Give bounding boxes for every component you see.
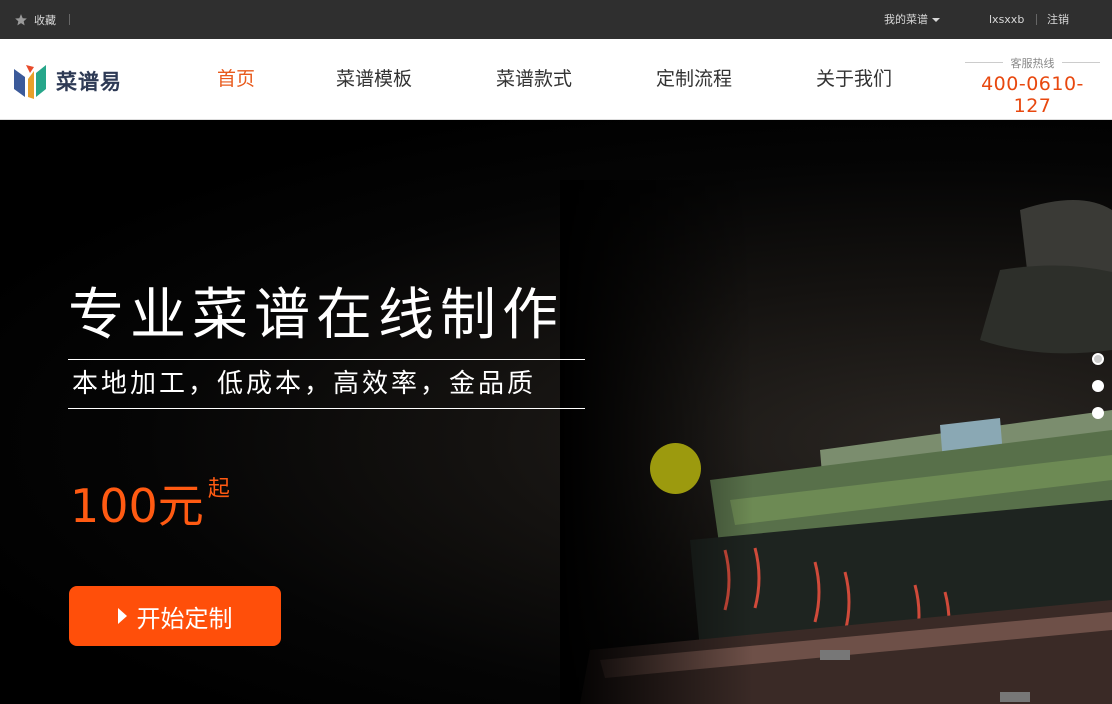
hotline: 客服热线 400-0610-127 — [965, 55, 1100, 117]
slider-dot-2[interactable] — [1092, 380, 1104, 392]
menu-books-photo — [560, 180, 1112, 704]
hero-price: 100元起 — [70, 470, 230, 536]
favorite-label: 收藏 — [34, 13, 56, 27]
slider-dot-3[interactable] — [1092, 407, 1104, 419]
play-triangle-icon — [117, 608, 127, 624]
nav-item-home[interactable]: 首页 — [217, 39, 255, 120]
site-header: 菜谱易 首页 菜谱模板 菜谱款式 定制流程 关于我们 客服热线 400-0610… — [0, 39, 1112, 120]
top-utility-bar: 收藏 我的菜谱 lxsxxb 注销 — [0, 0, 1112, 39]
nav-item-menu-templates[interactable]: 菜谱模板 — [336, 39, 412, 120]
caret-down-icon — [932, 18, 940, 22]
my-menu-dropdown[interactable]: 我的菜谱 — [884, 0, 940, 39]
hotline-number[interactable]: 400-0610-127 — [965, 73, 1100, 117]
username-link[interactable]: lxsxxb — [989, 0, 1024, 39]
price-suffix: 起 — [207, 477, 230, 502]
price-value: 100元 — [70, 479, 204, 533]
start-custom-button[interactable]: 开始定制 — [69, 586, 281, 646]
favorite-link[interactable]: 收藏 — [14, 0, 56, 39]
hero-banner: 专业菜谱在线制作 本地加工，低成本，高效率，金品质 100元起 开始定制 — [0, 120, 1112, 704]
nav-item-about[interactable]: 关于我们 — [816, 39, 892, 120]
nav-item-process[interactable]: 定制流程 — [656, 39, 732, 120]
divider — [1036, 14, 1037, 25]
logo-text: 菜谱易 — [56, 70, 122, 94]
hero-subtitle: 本地加工，低成本，高效率，金品质 — [68, 359, 585, 409]
hotline-label: 客服热线 — [965, 55, 1100, 71]
slider-dots — [1092, 353, 1104, 434]
star-icon — [15, 13, 27, 25]
logo-mark-icon — [14, 65, 46, 99]
my-menu-label: 我的菜谱 — [884, 13, 928, 26]
slider-dot-1[interactable] — [1092, 353, 1104, 365]
logo[interactable]: 菜谱易 — [12, 61, 122, 101]
hero-title: 专业菜谱在线制作 — [68, 283, 564, 348]
nav-item-menu-styles[interactable]: 菜谱款式 — [496, 39, 572, 120]
start-custom-label: 开始定制 — [136, 604, 233, 633]
logout-link[interactable]: 注销 — [1047, 0, 1069, 39]
divider — [69, 14, 70, 25]
cursor-indicator — [650, 443, 701, 494]
